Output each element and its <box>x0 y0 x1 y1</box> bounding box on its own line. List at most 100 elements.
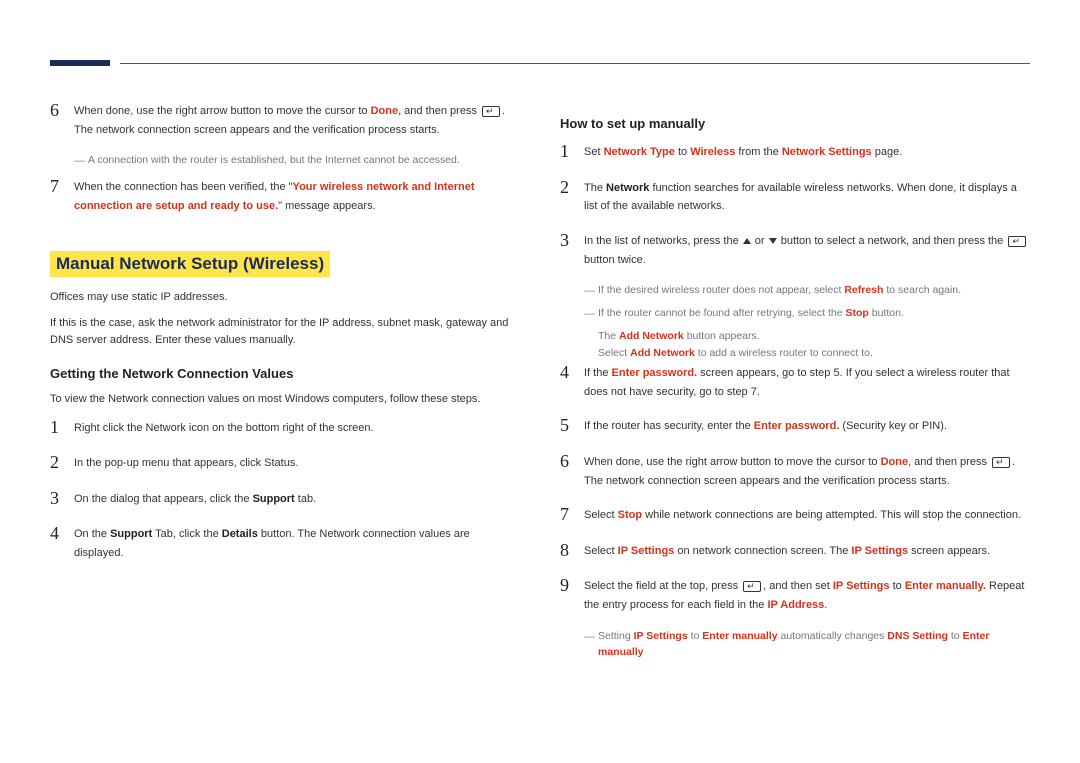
text: Select <box>584 509 618 521</box>
stop-label: Stop <box>618 509 642 521</box>
header-accent <box>50 60 110 66</box>
left-column: 6 When done, use the right arrow button … <box>50 100 520 666</box>
intro-text: To view the Network connection values on… <box>50 391 520 409</box>
text: Tab, click the <box>152 528 222 540</box>
enter-icon <box>1008 236 1026 247</box>
support-tab: Support <box>110 528 152 540</box>
step-number: 4 <box>50 523 74 545</box>
ip-settings-label: IP Settings <box>851 545 908 557</box>
text: to add a wireless router to connect to. <box>695 347 873 359</box>
ip-settings-label: IP Settings <box>634 630 688 642</box>
enter-password-label: Enter password. <box>612 367 698 379</box>
rstep-4: 4 If the Enter password. screen appears,… <box>560 362 1030 401</box>
add-network-label: Add Network <box>630 347 695 359</box>
rstep-8: 8 Select IP Settings on network connecti… <box>560 540 1030 562</box>
text: while network connections are being atte… <box>642 509 1021 521</box>
subheading-how-to-setup: How to set up manually <box>560 116 1030 131</box>
done-label: Done <box>881 456 909 468</box>
gstep-3: 3 On the dialog that appears, click the … <box>50 488 520 510</box>
note-add-network-appears: The Add Network button appears. <box>598 328 1030 345</box>
dns-setting-label: DNS Setting <box>887 630 948 642</box>
text: When the connection has been verified, t… <box>74 181 293 193</box>
text: screen appears. <box>908 545 990 557</box>
text: On the <box>74 528 110 540</box>
gstep-1: 1 Right click the Network icon on the bo… <box>50 417 520 439</box>
text: page. <box>872 146 903 158</box>
text: The <box>598 330 619 342</box>
text: If the router has security, enter the <box>584 420 754 432</box>
step-body: Select the field at the top, press , and… <box>584 575 1030 614</box>
text: Select the field at the top, press <box>584 580 741 592</box>
step-number: 7 <box>560 504 584 526</box>
note-text: Setting IP Settings to Enter manually au… <box>598 629 1030 661</box>
text: button twice. <box>584 254 646 266</box>
text: . <box>824 599 827 611</box>
ip-settings-label: IP Settings <box>833 580 890 592</box>
rstep-6: 6 When done, use the right arrow button … <box>560 451 1030 490</box>
enter-icon <box>992 457 1010 468</box>
step-number: 8 <box>560 540 584 562</box>
text: If the desired wireless router does not … <box>598 284 844 296</box>
dash-icon: ― <box>584 629 598 646</box>
step-body: When done, use the right arrow button to… <box>584 451 1030 490</box>
rstep-5: 5 If the router has security, enter the … <box>560 415 1030 437</box>
text: or <box>752 235 768 247</box>
step-body: Set Network Type to Wireless from the Ne… <box>584 141 1030 162</box>
text: to search again. <box>883 284 961 296</box>
note-stop: ― If the router cannot be found after re… <box>584 306 1030 323</box>
step-body: In the list of networks, press the or bu… <box>584 230 1030 269</box>
text: to <box>948 630 963 642</box>
rstep-1: 1 Set Network Type to Wireless from the … <box>560 141 1030 163</box>
paragraph: Offices may use static IP addresses. <box>50 289 520 307</box>
gstep-2: 2 In the pop-up menu that appears, click… <box>50 452 520 474</box>
enter-password-label: Enter password. <box>754 420 840 432</box>
text: The <box>584 182 606 194</box>
rstep-7: 7 Select Stop while network connections … <box>560 504 1030 526</box>
step-number: 2 <box>560 177 584 199</box>
ip-address-label: IP Address <box>767 599 824 611</box>
note-connection: ― A connection with the router is establ… <box>74 153 520 170</box>
step-number: 5 <box>560 415 584 437</box>
step-body: On the Support Tab, click the Details bu… <box>74 523 520 562</box>
text: automatically changes <box>778 630 888 642</box>
text: function searches for available wireless… <box>584 182 1017 213</box>
dash-icon: ― <box>584 306 598 323</box>
dash-icon: ― <box>584 283 598 300</box>
step-body: When the connection has been verified, t… <box>74 176 520 215</box>
right-column: How to set up manually 1 Set Network Typ… <box>560 100 1030 666</box>
note-text: If the router cannot be found after retr… <box>598 306 1030 322</box>
text: , and then set <box>763 580 833 592</box>
step-body: On the dialog that appears, click the Su… <box>74 488 520 509</box>
content-columns: 6 When done, use the right arrow button … <box>50 100 1030 666</box>
paragraph: If this is the case, ask the network adm… <box>50 315 520 350</box>
wireless: Wireless <box>690 146 735 158</box>
text: to <box>688 630 703 642</box>
network-label: Network <box>606 182 649 194</box>
text: from the <box>735 146 781 158</box>
note-text: If the desired wireless router does not … <box>598 283 1030 299</box>
text: , and then press <box>908 456 990 468</box>
manual-page: 6 When done, use the right arrow button … <box>0 0 1080 706</box>
step-6: 6 When done, use the right arrow button … <box>50 100 520 139</box>
enter-icon <box>743 581 761 592</box>
text: to <box>890 580 905 592</box>
text: When done, use the right arrow button to… <box>74 105 371 117</box>
enter-manually-label: Enter manually <box>702 630 777 642</box>
step-number: 9 <box>560 575 584 597</box>
rstep-2: 2 The Network function searches for avai… <box>560 177 1030 216</box>
down-arrow-icon <box>769 238 777 244</box>
step-body: Select Stop while network connections ar… <box>584 504 1030 525</box>
text: button to select a network, and then pre… <box>778 235 1007 247</box>
enter-manually-label: Enter manually. <box>905 580 986 592</box>
text: In the list of networks, press the <box>584 235 742 247</box>
text: Select <box>598 347 630 359</box>
note-auto-dns: ― Setting IP Settings to Enter manually … <box>584 629 1030 661</box>
section-heading-wrap: Manual Network Setup (Wireless) <box>50 229 520 289</box>
network-settings: Network Settings <box>782 146 872 158</box>
dash-icon: ― <box>74 153 88 170</box>
subheading-getting-values: Getting the Network Connection Values <box>50 366 520 381</box>
text: Setting <box>598 630 634 642</box>
step-number: 4 <box>560 362 584 384</box>
add-network-label: Add Network <box>619 330 684 342</box>
header-rule <box>120 63 1030 64</box>
